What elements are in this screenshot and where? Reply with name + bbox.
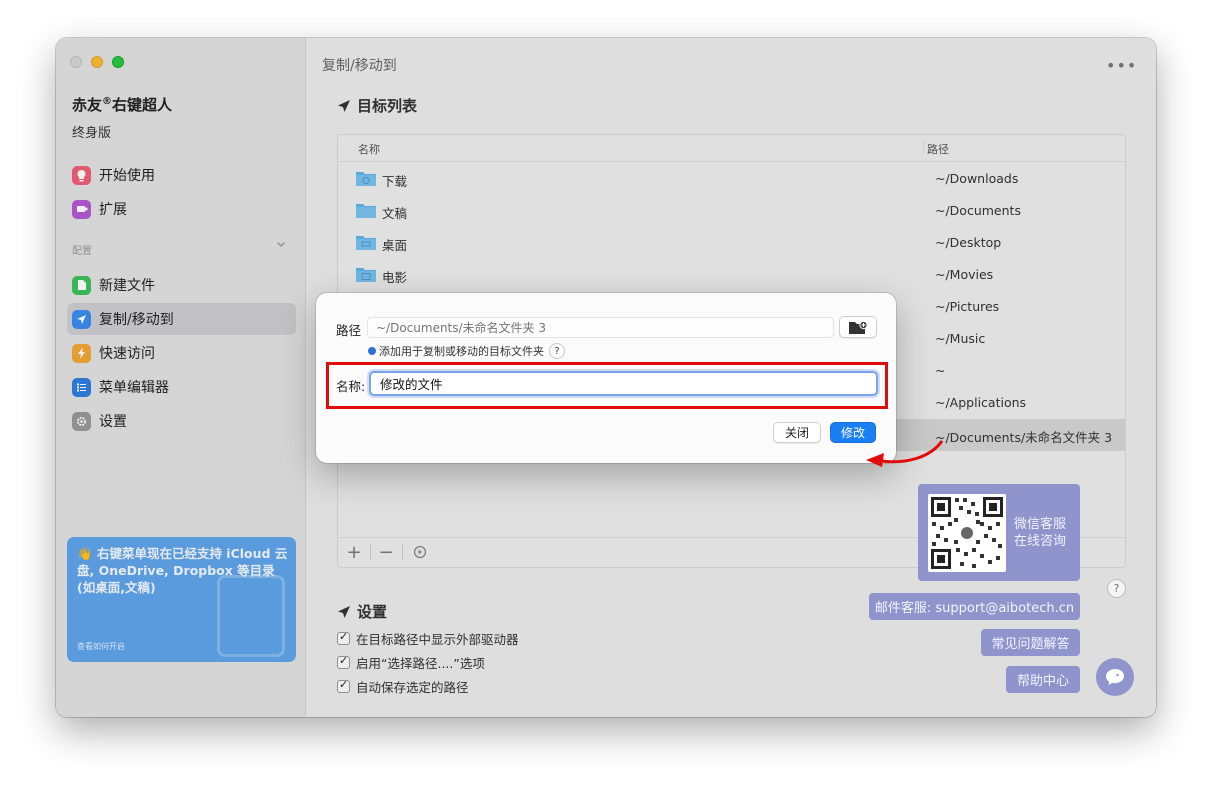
wechat-line-2: 在线咨询 — [1014, 534, 1067, 549]
wechat-support-text: 微信客服 在线咨询 — [1014, 516, 1066, 550]
path-label: 路径 — [336, 323, 362, 338]
help-center-button[interactable]: 帮助中心 — [1006, 666, 1080, 693]
qr-code-icon — [928, 494, 1006, 572]
path-hint: 添加用于复制或移动的目标文件夹 ? — [368, 343, 565, 359]
email-support-button[interactable]: 邮件客服: support@aibotech.cn — [869, 593, 1080, 620]
close-button[interactable]: 关闭 — [773, 422, 821, 443]
edit-target-dialog: 路径 添加用于复制或移动的目标文件夹 ? 名称: 关闭 修改 — [316, 293, 896, 463]
faq-button[interactable]: 常见问题解答 — [981, 629, 1080, 656]
info-icon — [368, 347, 376, 355]
wechat-line-1: 微信客服 — [1014, 517, 1067, 532]
path-field[interactable] — [367, 317, 834, 338]
chat-support-button[interactable] — [1096, 658, 1134, 696]
wechat-support-card[interactable]: 微信客服 在线咨询 — [918, 484, 1080, 581]
chat-bubble-icon — [1106, 669, 1124, 685]
folder-add-icon — [849, 320, 868, 334]
hint-help-button[interactable]: ? — [549, 343, 565, 359]
name-label: 名称: — [336, 379, 366, 394]
help-question-icon[interactable]: ? — [1107, 579, 1126, 598]
name-field[interactable] — [369, 371, 878, 396]
path-hint-text: 添加用于复制或移动的目标文件夹 — [379, 345, 544, 358]
choose-folder-button[interactable] — [839, 316, 877, 338]
annotation-arrow-icon — [866, 440, 944, 467]
